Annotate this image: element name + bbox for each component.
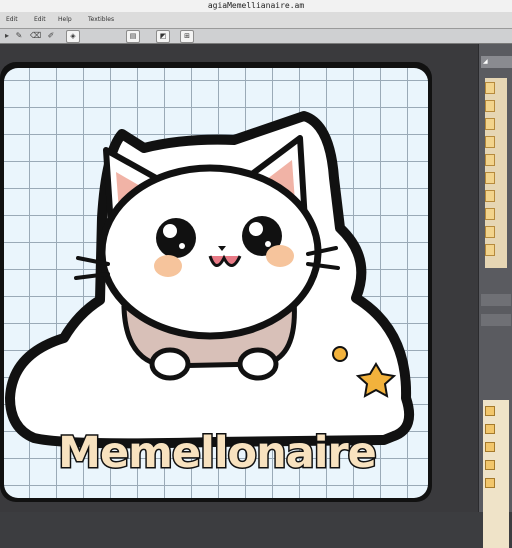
- right-paw: [237, 347, 279, 381]
- left-eye-shine-small: [179, 243, 185, 249]
- thumbnail[interactable]: [485, 100, 495, 112]
- menu-edit-1[interactable]: Edit: [6, 16, 18, 23]
- select-icon[interactable]: ▸: [2, 31, 12, 41]
- fill-icon[interactable]: ◈: [66, 30, 80, 43]
- toolbar: ▸ ✎ ⌫ ✐ ◈ ▤ ◩ ⊞: [0, 29, 512, 44]
- menu-textibles[interactable]: Textibles: [88, 16, 114, 23]
- thumbnail[interactable]: [485, 136, 495, 148]
- thumbnail[interactable]: [485, 154, 495, 166]
- layer-item[interactable]: [485, 424, 495, 434]
- thumbnail[interactable]: [485, 118, 495, 130]
- right-eye-shine-small: [265, 241, 271, 247]
- sparkle-dot: [332, 346, 348, 362]
- panel-section-layers[interactable]: [481, 314, 511, 326]
- right-panel-header[interactable]: ◢: [481, 56, 512, 68]
- layer-list[interactable]: [483, 400, 509, 548]
- menu-edit-2[interactable]: Edit: [34, 16, 46, 23]
- layer-item[interactable]: [485, 406, 495, 416]
- layer-item[interactable]: [485, 460, 495, 470]
- menu-bar: Edit Edit Help Textibles: [0, 12, 512, 29]
- right-panel: ◢: [478, 44, 512, 548]
- paint-icon[interactable]: ✐: [46, 31, 56, 41]
- thumbnail[interactable]: [485, 82, 495, 94]
- right-cheek: [266, 245, 294, 267]
- thumbnail[interactable]: [485, 172, 495, 184]
- window-title: agiaMemellianaire.am: [0, 0, 512, 12]
- thumbnail-grid[interactable]: [485, 78, 507, 268]
- grid-icon[interactable]: ◩: [156, 30, 170, 43]
- thumbnail[interactable]: [485, 208, 495, 220]
- left-eye-shine: [163, 224, 177, 238]
- layer-item[interactable]: [485, 478, 495, 488]
- left-cheek: [154, 255, 182, 277]
- pen-icon[interactable]: ✎: [14, 31, 24, 41]
- thumbnail[interactable]: [485, 244, 495, 256]
- layer-item[interactable]: [485, 442, 495, 452]
- menu-help[interactable]: Help: [58, 16, 72, 23]
- left-eye: [156, 218, 196, 258]
- panel-section-divider: [481, 294, 511, 306]
- design-canvas[interactable]: Memellonaire: [4, 68, 428, 498]
- sticker-text[interactable]: Memellonaire: [37, 427, 397, 480]
- right-eye-shine: [249, 222, 263, 236]
- export-icon[interactable]: ⊞: [180, 30, 194, 43]
- stamp-icon[interactable]: ⌫: [30, 31, 41, 41]
- thumbnail[interactable]: [485, 226, 495, 238]
- thumbnail[interactable]: [485, 190, 495, 202]
- layer-icon[interactable]: ▤: [126, 30, 140, 43]
- left-paw: [149, 347, 191, 381]
